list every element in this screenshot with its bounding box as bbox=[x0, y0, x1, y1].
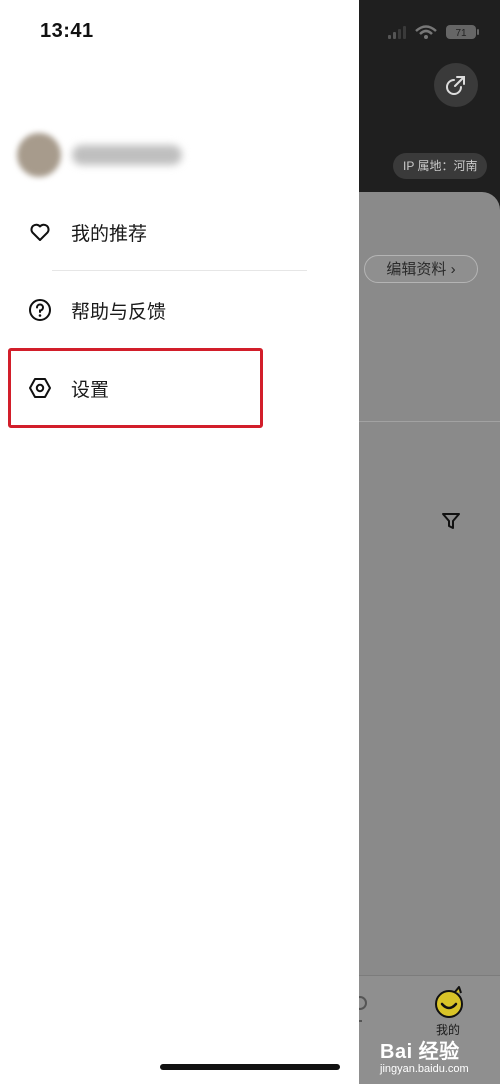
status-icons: 71 bbox=[388, 25, 479, 39]
tab-mine-icon[interactable] bbox=[433, 986, 467, 1020]
menu-item-label: 帮助与反馈 bbox=[71, 301, 167, 323]
edit-profile-button[interactable]: 编辑资料 › bbox=[364, 255, 478, 283]
ip-location-badge: IP 属地：河南 bbox=[393, 153, 488, 179]
menu-item-help-feedback[interactable]: 帮助与反馈 bbox=[0, 280, 359, 340]
watermark-brand: Bai 经验 bbox=[380, 1041, 460, 1063]
username-blurred[interactable] bbox=[72, 145, 182, 165]
watermark-url: jingyan.baidu.com bbox=[380, 1063, 469, 1075]
avatar[interactable] bbox=[17, 133, 61, 177]
menu-item-recommendations[interactable]: 我的推荐 bbox=[0, 202, 359, 262]
profile-card bbox=[359, 192, 500, 1083]
share-icon bbox=[446, 76, 465, 95]
menu-item-label: 我的推荐 bbox=[71, 223, 148, 245]
baidu-watermark: Bai 经验 jingyan.baidu.com bbox=[380, 1035, 500, 1080]
home-indicator[interactable] bbox=[160, 1064, 340, 1070]
help-icon bbox=[28, 298, 52, 322]
share-button[interactable] bbox=[434, 63, 478, 107]
status-time: 13:41 bbox=[40, 20, 94, 42]
battery-level: 71 bbox=[455, 28, 467, 39]
menu-divider bbox=[52, 270, 307, 271]
filter-icon[interactable] bbox=[440, 510, 462, 532]
settings-highlight-box bbox=[8, 348, 263, 428]
heart-icon bbox=[28, 220, 52, 244]
content-divider bbox=[359, 421, 500, 422]
side-drawer: 13:41 我的推荐 帮助与反馈 设置 bbox=[0, 0, 359, 1083]
